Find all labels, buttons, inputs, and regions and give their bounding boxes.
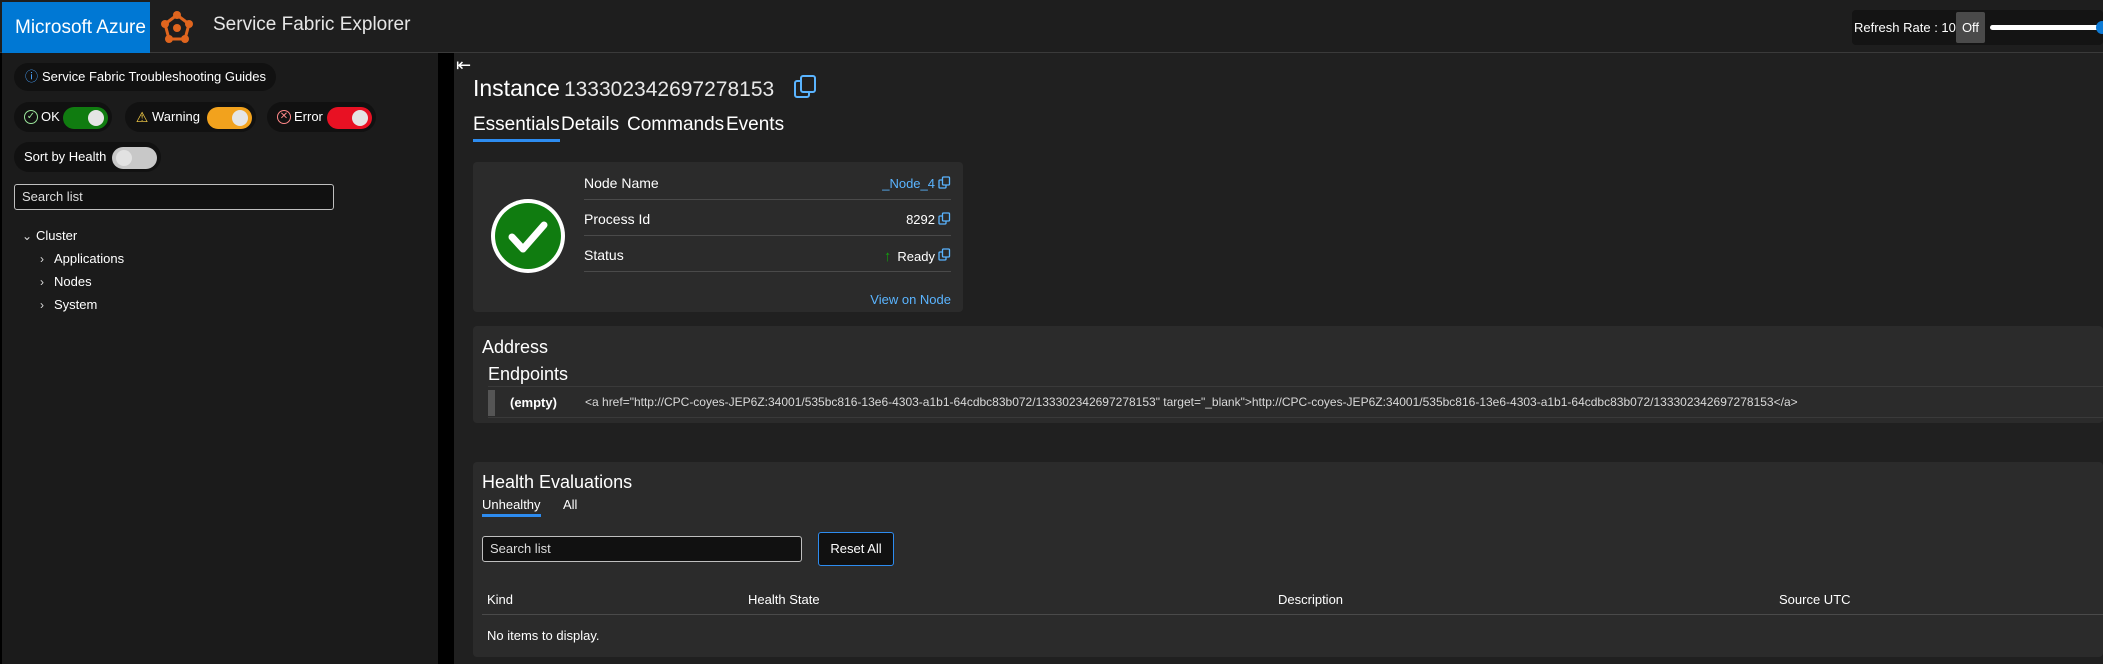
endpoints-title: Endpoints xyxy=(488,364,569,384)
node-name-link[interactable]: _Node_4 xyxy=(882,176,935,191)
ok-filter: ✓ OK xyxy=(14,102,112,132)
address-card: Address Endpoints (empty) <a href="http:… xyxy=(473,326,2103,423)
warning-filter-toggle[interactable] xyxy=(207,107,252,129)
page-title-label: Instance xyxy=(473,75,560,101)
tree-item-nodes[interactable]: › Nodes xyxy=(22,270,124,293)
process-id-value: 8292 xyxy=(906,212,935,227)
ok-filter-label: OK xyxy=(41,109,60,124)
essential-key: Status xyxy=(584,247,624,263)
ok-filter-toggle[interactable] xyxy=(63,107,108,129)
essential-row-status: Status ↑ Ready xyxy=(584,238,951,272)
column-header-source-utc[interactable]: Source UTC xyxy=(1779,592,1851,607)
health-search-input[interactable]: Search list xyxy=(482,536,802,562)
warning-filter: ⚠ Warning xyxy=(125,102,256,132)
status-label: Ready xyxy=(897,249,935,264)
tree-item-label: System xyxy=(54,297,98,312)
tree-item-cluster[interactable]: ⌄ Cluster xyxy=(22,224,124,247)
column-header-kind[interactable]: Kind xyxy=(487,592,513,607)
cluster-tree: ⌄ Cluster › Applications › Nodes › System xyxy=(22,224,124,316)
health-evaluations-card: Health Evaluations Unhealthy All Search … xyxy=(473,462,2103,657)
tree-item-applications[interactable]: › Applications xyxy=(22,247,124,270)
health-ok-circle xyxy=(495,203,561,269)
top-bar: Microsoft Azure Service Fabric Explorer … xyxy=(0,0,2103,53)
ok-check-icon: ✓ xyxy=(24,110,38,124)
toggle-knob xyxy=(88,110,104,126)
troubleshooting-guides-label: Service Fabric Troubleshooting Guides xyxy=(42,69,267,84)
reset-all-button[interactable]: Reset All xyxy=(818,532,894,566)
refresh-rate-label: Refresh Rate : 10 xyxy=(1854,20,1956,35)
toggle-knob xyxy=(232,110,248,126)
copy-icon[interactable] xyxy=(938,176,951,189)
column-header-health-state[interactable]: Health State xyxy=(748,592,820,607)
info-icon: ⓘ xyxy=(25,69,39,84)
view-on-node-link[interactable]: View on Node xyxy=(870,292,951,307)
health-evaluations-title: Health Evaluations xyxy=(482,472,633,492)
sort-by-health: Sort by Health xyxy=(14,142,161,172)
essential-row-process-id: Process Id 8292 xyxy=(584,202,951,236)
chevron-right-icon[interactable]: › xyxy=(40,271,54,294)
tree-item-label: Applications xyxy=(54,251,125,266)
sidebar-resize-handle[interactable] xyxy=(438,53,454,664)
brand-label[interactable]: Microsoft Azure xyxy=(2,2,150,53)
health-ok-icon xyxy=(491,199,565,273)
column-header-description[interactable]: Description xyxy=(1278,592,1343,607)
arrow-up-icon: ↑ xyxy=(883,248,892,265)
tab-unhealthy[interactable]: Unhealthy xyxy=(482,497,541,517)
tab-details[interactable]: Details xyxy=(561,114,619,136)
collapse-sidebar-icon[interactable]: ⇤ xyxy=(456,55,471,76)
service-fabric-logo-icon xyxy=(161,11,193,43)
error-x-icon: ✕ xyxy=(277,110,291,124)
endpoint-value: <a href="http://CPC-coyes-JEP6Z:34001/53… xyxy=(585,395,1798,409)
chevron-down-icon[interactable]: ⌄ xyxy=(22,225,36,248)
refresh-rate-slider-thumb[interactable] xyxy=(2096,21,2103,34)
sort-by-health-toggle[interactable] xyxy=(112,147,157,169)
sidebar: ⓘ Service Fabric Troubleshooting Guides ✓… xyxy=(2,53,438,664)
refresh-off-button[interactable]: Off xyxy=(1956,12,1985,43)
tab-events[interactable]: Events xyxy=(726,114,784,136)
main-panel: ⇤ Instance 133302342697278153 Essentials … xyxy=(454,53,2103,664)
essentials-card: Node Name _Node_4 Process Id 8292 Status… xyxy=(473,162,963,312)
app-title: Service Fabric Explorer xyxy=(213,14,411,35)
chevron-right-icon[interactable]: › xyxy=(40,248,54,271)
copy-icon[interactable] xyxy=(938,248,951,261)
page-title: Instance 133302342697278153 xyxy=(473,75,774,102)
tab-all[interactable]: All xyxy=(563,497,577,512)
toggle-knob xyxy=(352,110,368,126)
checkmark-icon xyxy=(508,221,548,253)
instance-id: 133302342697278153 xyxy=(563,78,775,101)
endpoint-row: (empty) <a href="http://CPC-coyes-JEP6Z:… xyxy=(488,386,2103,418)
tree-item-label: Cluster xyxy=(36,228,78,243)
refresh-rate-control: Refresh Rate : 10 Off xyxy=(1852,10,2103,45)
tab-commands[interactable]: Commands xyxy=(627,114,724,136)
error-filter-toggle[interactable] xyxy=(327,107,372,129)
tree-item-system[interactable]: › System xyxy=(22,293,124,316)
endpoint-key: (empty) xyxy=(510,395,557,410)
chevron-right-icon[interactable]: › xyxy=(40,294,54,317)
troubleshooting-guides-link[interactable]: ⓘ Service Fabric Troubleshooting Guides xyxy=(14,63,277,91)
copy-icon[interactable] xyxy=(938,212,951,225)
error-filter: ✕ Error xyxy=(267,102,376,132)
status-value: ↑ Ready xyxy=(884,248,935,265)
warning-filter-label: Warning xyxy=(152,109,200,124)
toggle-knob xyxy=(116,150,132,166)
table-header-divider xyxy=(482,614,2103,615)
sort-by-health-label: Sort by Health xyxy=(24,149,107,164)
tree-item-label: Nodes xyxy=(54,274,92,289)
address-title: Address xyxy=(482,337,549,357)
essential-key: Node Name xyxy=(584,175,659,191)
copy-icon[interactable] xyxy=(792,74,818,100)
sidebar-search-input[interactable]: Search list xyxy=(14,184,334,210)
essential-row-node-name: Node Name _Node_4 xyxy=(584,166,951,200)
empty-table-message: No items to display. xyxy=(487,628,600,643)
essential-key: Process Id xyxy=(584,211,651,227)
refresh-rate-slider[interactable] xyxy=(1990,25,2103,30)
error-filter-label: Error xyxy=(294,109,323,124)
warning-icon: ⚠ xyxy=(135,109,149,125)
endpoint-row-marker xyxy=(488,390,495,416)
tab-essentials[interactable]: Essentials xyxy=(473,114,560,142)
